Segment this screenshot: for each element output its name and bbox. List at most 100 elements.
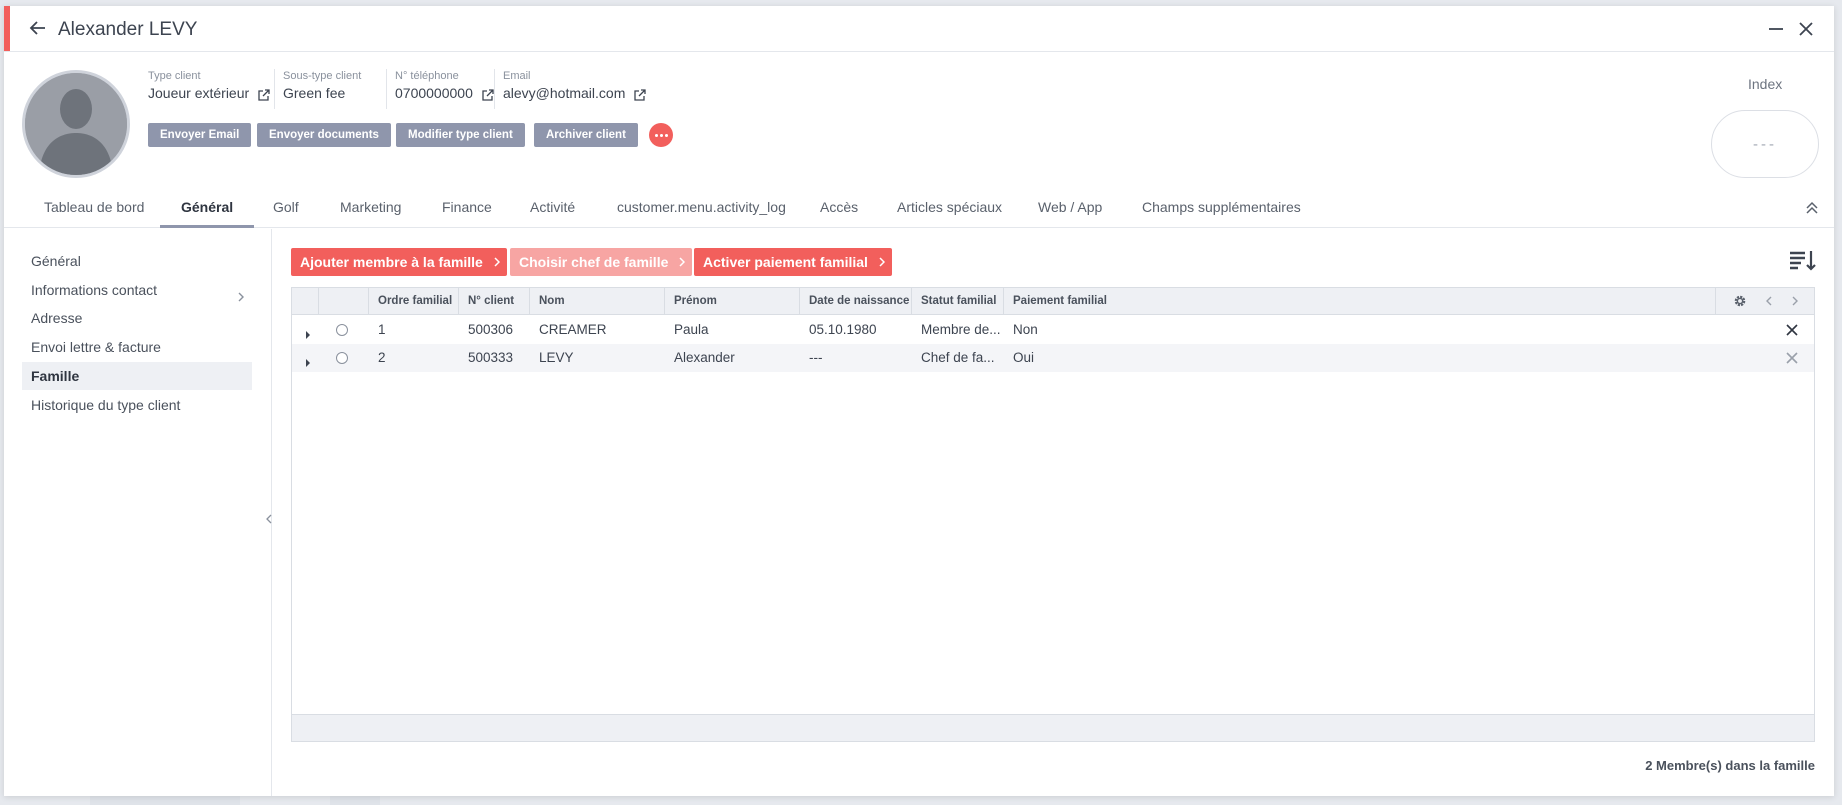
external-link-icon[interactable]	[633, 87, 647, 101]
header-date-de-naissance[interactable]: Date de naissance	[800, 288, 912, 315]
email-value: alevy@hotmail.com	[503, 85, 626, 101]
tab-web-app[interactable]: Web / App	[1038, 188, 1102, 228]
cell-nom: CREAMER	[539, 322, 607, 337]
page-title: Alexander LEVY	[58, 19, 198, 40]
activate-family-payment-button[interactable]: Activer paiement familial	[694, 248, 892, 276]
table-row[interactable]: 2 500333 LEVY Alexander --- Chef de fa..…	[292, 344, 1814, 372]
external-link-icon[interactable]	[257, 87, 270, 101]
sous-type-client-label: Sous-type client	[283, 70, 362, 82]
modify-type-client-button[interactable]: Modifier type client	[396, 123, 525, 147]
cell-statut-familial: Chef de fa...	[921, 350, 995, 365]
expand-row-icon[interactable]	[305, 354, 311, 367]
sous-type-client-value: Green fee	[283, 85, 346, 101]
add-family-member-button[interactable]: Ajouter membre à la famille	[291, 248, 507, 276]
archive-client-button[interactable]: Archiver client	[534, 123, 638, 147]
row-select-radio[interactable]	[336, 352, 348, 364]
cell-paiement-familial: Non	[1013, 322, 1038, 337]
expand-row-icon[interactable]	[305, 326, 311, 339]
phone-field: N° téléphone 0700000000	[386, 69, 494, 109]
cell-date-de-naissance: ---	[809, 350, 823, 365]
chevron-right-icon	[236, 284, 246, 302]
collapse-up-icon[interactable]	[1803, 199, 1821, 217]
cell-numero-client: 500306	[468, 322, 514, 337]
sous-type-client-field: Sous-type client Green fee	[274, 69, 361, 109]
tab-golf[interactable]: Golf	[273, 188, 299, 228]
index-label: Index	[1748, 76, 1783, 92]
type-client-value: Joueur extérieur	[148, 85, 250, 101]
header-paiement-familial[interactable]: Paiement familial	[1004, 288, 1715, 315]
header-select-col	[319, 288, 369, 315]
chevron-right-icon[interactable]	[1788, 294, 1802, 308]
type-client-field: Type client Joueur extérieur	[148, 69, 270, 109]
sidebar: Général Informations contact Adresse Env…	[4, 229, 272, 796]
table-row[interactable]: 1 500306 CREAMER Paula 05.10.1980 Membre…	[292, 316, 1814, 344]
header-prenom[interactable]: Prénom	[665, 288, 800, 315]
tab-articles-speciaux[interactable]: Articles spéciaux	[897, 188, 1002, 228]
sidebar-item-general[interactable]: Général	[22, 247, 252, 275]
choose-family-head-button[interactable]: Choisir chef de famille	[510, 248, 693, 276]
phone-value: 0700000000	[395, 85, 473, 101]
choose-family-head-label: Choisir chef de famille	[519, 254, 669, 270]
sidebar-collapse-handle[interactable]	[266, 512, 272, 524]
sidebar-item-adresse[interactable]: Adresse	[22, 304, 252, 332]
cell-prenom: Alexander	[674, 350, 735, 365]
tab-acces[interactable]: Accès	[820, 188, 858, 228]
delete-x-icon[interactable]	[1785, 351, 1799, 365]
back-arrow-icon[interactable]	[26, 16, 50, 40]
tab-bar: Tableau de bord Général Golf Marketing F…	[4, 188, 1834, 228]
title-bar: Alexander LEVY	[4, 6, 1834, 52]
phone-label: N° téléphone	[395, 70, 459, 82]
tab-champs-supplementaires[interactable]: Champs supplémentaires	[1142, 188, 1301, 228]
tab-activite[interactable]: Activité	[530, 188, 575, 228]
sidebar-item-informations-contact[interactable]: Informations contact	[22, 276, 252, 304]
add-family-member-label: Ajouter membre à la famille	[300, 254, 483, 270]
type-client-label: Type client	[148, 70, 201, 82]
customer-detail-panel: Alexander LEVY Type client Joueur extéri…	[4, 6, 1834, 796]
tab-activity-log[interactable]: customer.menu.activity_log	[617, 188, 786, 228]
grid-header: Ordre familial N° client Nom Prénom Date…	[292, 288, 1814, 315]
cell-paiement-familial: Oui	[1013, 350, 1035, 365]
external-link-icon[interactable]	[481, 87, 494, 101]
cell-statut-familial: Membre de...	[921, 322, 1001, 337]
cell-nom: LEVY	[539, 350, 574, 365]
settings-gear-icon[interactable]	[1733, 294, 1747, 308]
more-dots-icon[interactable]	[649, 123, 673, 147]
header-numero-client[interactable]: N° client	[459, 288, 530, 315]
sort-list-icon[interactable]	[1788, 246, 1818, 274]
grid-footer	[292, 714, 1814, 741]
close-icon[interactable]	[1794, 17, 1818, 41]
header-statut-familial[interactable]: Statut familial	[912, 288, 1004, 315]
chevron-right-icon	[679, 257, 686, 267]
header-nom[interactable]: Nom	[530, 288, 665, 315]
chevron-right-icon	[879, 257, 885, 267]
sidebar-item-historique-type-client[interactable]: Historique du type client	[22, 391, 252, 419]
send-documents-button[interactable]: Envoyer documents	[257, 123, 391, 147]
row-select-radio[interactable]	[336, 324, 348, 336]
sidebar-item-label: Informations contact	[31, 282, 158, 298]
sidebar-item-envoi-lettre-facture[interactable]: Envoi lettre & facture	[22, 333, 252, 361]
send-email-button[interactable]: Envoyer Email	[148, 123, 252, 147]
email-label: Email	[503, 70, 531, 82]
index-value: ---	[1711, 110, 1819, 178]
cell-numero-client: 500333	[468, 350, 514, 365]
delete-x-icon[interactable]	[1785, 323, 1799, 337]
tab-tableau-de-bord[interactable]: Tableau de bord	[44, 188, 144, 228]
avatar	[22, 70, 130, 178]
cell-prenom: Paula	[674, 322, 709, 337]
cell-ordre-familial: 1	[378, 322, 386, 337]
cell-date-de-naissance: 05.10.1980	[809, 322, 877, 337]
members-count: 2 Membre(s) dans la famille	[1645, 758, 1815, 773]
chevron-right-icon	[494, 257, 500, 267]
family-members-grid: Ordre familial N° client Nom Prénom Date…	[291, 287, 1815, 742]
email-field: Email alevy@hotmail.com	[494, 69, 647, 109]
tab-general[interactable]: Général	[160, 188, 255, 228]
grid-tools	[1715, 288, 1814, 315]
activate-family-payment-label: Activer paiement familial	[703, 254, 868, 270]
tab-marketing[interactable]: Marketing	[340, 188, 401, 228]
minimize-icon[interactable]	[1764, 17, 1788, 41]
header-expand-col	[292, 288, 319, 315]
chevron-left-icon[interactable]	[1762, 294, 1776, 308]
header-ordre-familial[interactable]: Ordre familial	[369, 288, 459, 315]
sidebar-item-famille[interactable]: Famille	[22, 362, 252, 390]
tab-finance[interactable]: Finance	[442, 188, 492, 228]
